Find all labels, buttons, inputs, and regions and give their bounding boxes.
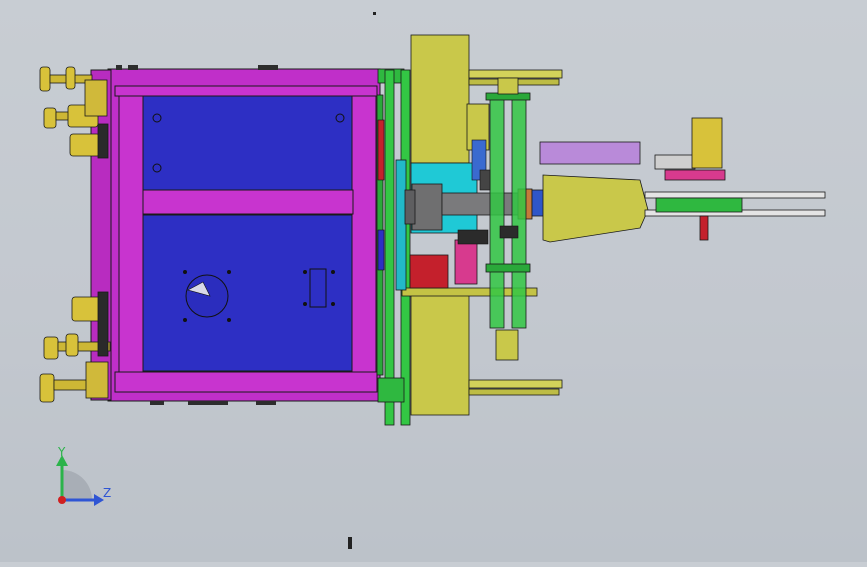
x-axis-dot xyxy=(58,496,66,504)
cad-viewport[interactable]: Y Z xyxy=(0,0,867,562)
z-axis-label: Z xyxy=(103,486,111,500)
olive-nozzle[interactable] xyxy=(542,174,649,243)
top-cylinder[interactable] xyxy=(539,117,726,181)
origin-marker xyxy=(373,12,376,15)
bottom-marker xyxy=(348,537,352,549)
lower-blue-panel[interactable] xyxy=(142,214,353,372)
y-axis-label: Y xyxy=(57,445,66,459)
green-carriage[interactable] xyxy=(485,77,531,361)
axis-triad: Y Z xyxy=(56,445,111,506)
gripper-fingers[interactable] xyxy=(644,191,826,241)
assembly-drawing: Y Z xyxy=(39,12,826,549)
motor-block[interactable] xyxy=(409,239,478,289)
upper-blue-panel[interactable] xyxy=(142,95,353,191)
